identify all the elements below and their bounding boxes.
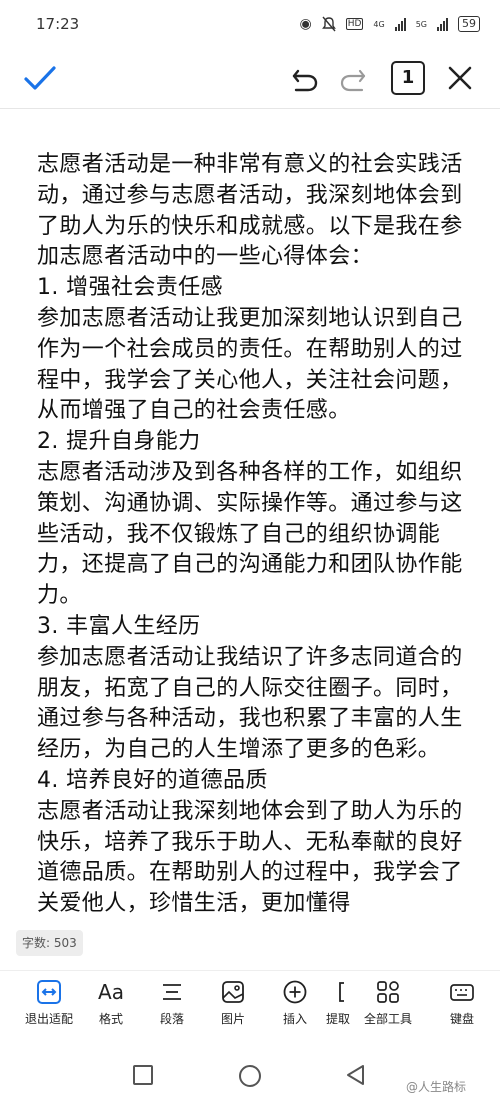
doc-paragraph: 志愿者活动让我深刻地体会到了助人为乐的快乐，培养了我乐于助人、无私奉献的良好道德… xyxy=(37,798,463,917)
paragraph-button[interactable]: 段落 xyxy=(140,979,204,1027)
network-4g-label: 4G xyxy=(373,19,385,29)
font-format-icon: Aa xyxy=(98,980,124,1004)
system-nav-bar xyxy=(0,1042,500,1106)
status-bar: 17:23 ◉ HD 4G 5G 59 xyxy=(0,0,500,48)
status-time: 17:23 xyxy=(36,15,80,33)
plus-circle-icon xyxy=(283,980,307,1004)
signal-icon-2 xyxy=(437,17,448,31)
keyboard-icon xyxy=(450,984,474,1001)
signal-icon xyxy=(394,17,406,31)
picture-button[interactable]: 图片 xyxy=(201,979,265,1027)
network-5g-label: 5G xyxy=(415,19,427,29)
doc-heading: 1. 增强社会责任感 xyxy=(37,275,223,301)
bottom-toolbar: 退出适配 Aa 格式 段落 图片 插入 提取 全部工具 键盘 xyxy=(0,970,500,1042)
hd-badge: HD xyxy=(345,18,364,30)
extract-label: 提取 xyxy=(326,1012,351,1026)
all-tools-button[interactable]: 全部工具 xyxy=(356,979,420,1027)
image-icon xyxy=(222,981,244,1003)
format-label: 格式 xyxy=(98,1012,123,1026)
mute-bell-icon xyxy=(321,16,336,32)
home-icon[interactable] xyxy=(238,1064,262,1088)
grid-apps-icon xyxy=(377,981,399,1003)
picture-label: 图片 xyxy=(220,1012,245,1026)
keyboard-label: 键盘 xyxy=(449,1012,474,1026)
exit-fit-button[interactable]: 退出适配 xyxy=(17,979,81,1027)
paragraph-icon xyxy=(163,984,181,1000)
undo-icon[interactable] xyxy=(286,61,322,97)
insert-label: 插入 xyxy=(282,1012,307,1026)
doc-heading: 2. 提升自身能力 xyxy=(37,429,201,455)
status-icons: ◉ HD 4G 5G 59 xyxy=(299,16,480,32)
editor-toolbar: 1 xyxy=(0,48,500,110)
recent-apps-icon[interactable] xyxy=(132,1064,154,1086)
close-icon[interactable] xyxy=(443,61,477,95)
doc-paragraph: 志愿者活动涉及到各种各样的工作，如组织策划、沟通协调、实际操作等。通过参与这些活… xyxy=(37,459,463,609)
exit-fit-label: 退出适配 xyxy=(24,1012,73,1026)
doc-heading: 4. 培养良好的道德品质 xyxy=(37,767,268,793)
doc-paragraph: 参加志愿者活动让我更加深刻地认识到自己作为一个社会成员的责任。在帮助别人的过程中… xyxy=(37,305,463,424)
back-icon[interactable] xyxy=(345,1064,367,1086)
paragraph-label: 段落 xyxy=(159,1012,184,1026)
toolbar-divider xyxy=(0,108,500,109)
document-body[interactable]: 志愿者活动是一种非常有意义的社会实践活动，通过参与志愿者活动，我深刻地体会到了助… xyxy=(37,150,477,968)
doc-paragraph: 志愿者活动是一种非常有意义的社会实践活动，通过参与志愿者活动，我深刻地体会到了助… xyxy=(37,152,463,270)
all-tools-label: 全部工具 xyxy=(363,1012,412,1026)
watermark-text: @人生路标 xyxy=(406,1080,467,1094)
fit-width-icon xyxy=(37,980,61,1004)
insert-button[interactable]: 插入 xyxy=(263,979,327,1027)
battery-icon: 59 xyxy=(458,16,480,32)
keyboard-button[interactable]: 键盘 xyxy=(430,979,494,1027)
word-count-badge: 字数: 503 xyxy=(16,930,83,956)
eye-icon: ◉ xyxy=(299,16,312,32)
page-count-button[interactable]: 1 xyxy=(391,61,425,95)
doc-heading: 3. 丰富人生经历 xyxy=(37,613,201,639)
format-button[interactable]: Aa 格式 xyxy=(79,979,143,1027)
confirm-check-icon[interactable] xyxy=(22,60,58,96)
redo-icon[interactable] xyxy=(336,61,372,97)
doc-paragraph: 参加志愿者活动让我结识了许多志同道合的朋友，拓宽了自己的人际交往圈子。同时，通过… xyxy=(37,644,463,763)
extract-button[interactable]: 提取 xyxy=(326,979,360,1027)
